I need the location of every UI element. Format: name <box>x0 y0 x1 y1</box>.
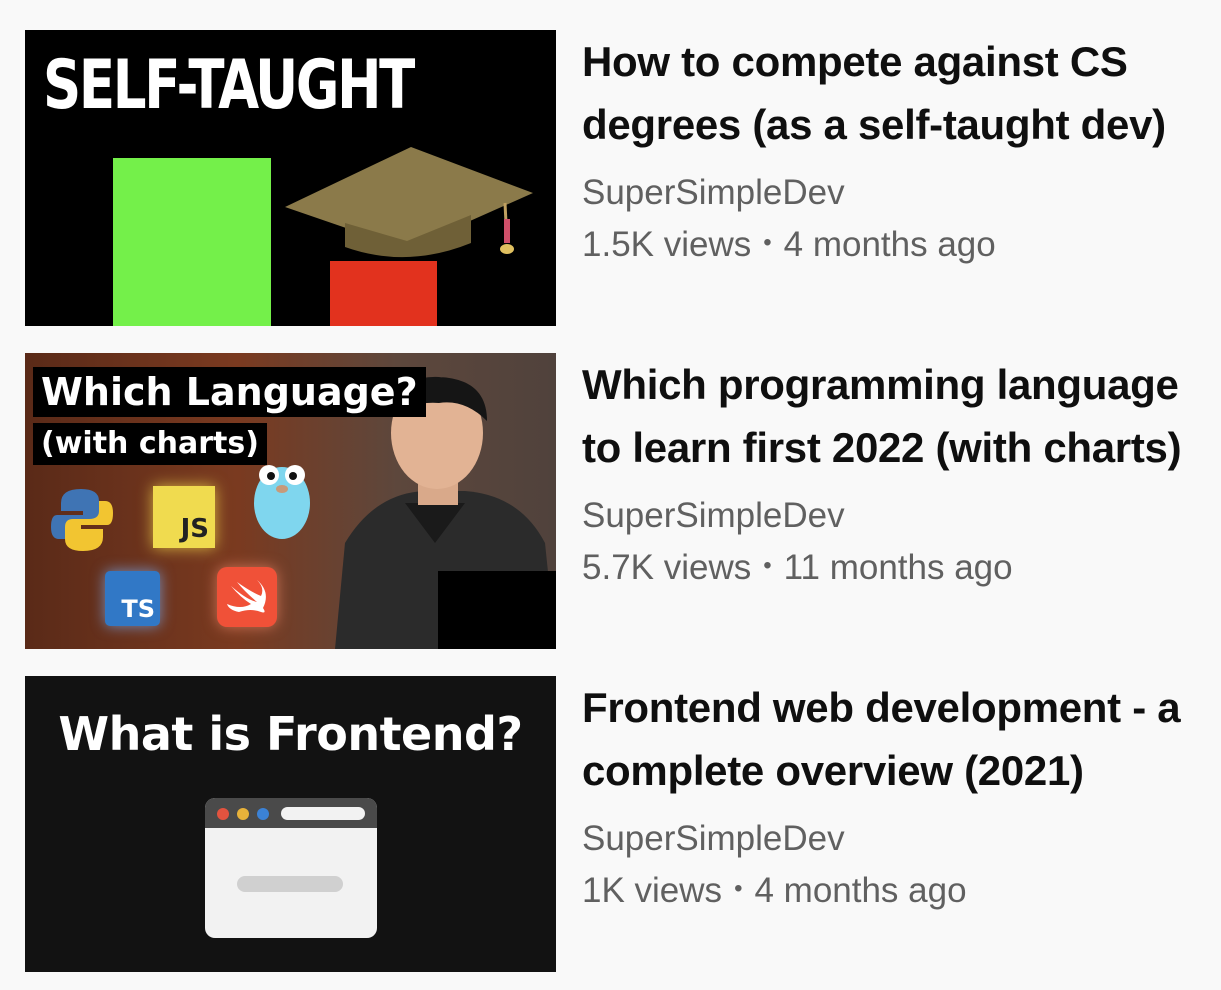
channel-name[interactable]: SuperSimpleDev <box>582 491 1221 541</box>
video-title-line[interactable]: Which programming language <box>582 353 1221 416</box>
swift-logo-icon <box>217 567 277 627</box>
video-info: How to compete against CS degrees (as a … <box>582 30 1221 270</box>
video-title-line[interactable]: degrees (as a self-taught dev) <box>582 93 1221 156</box>
browser-window-icon <box>205 798 377 938</box>
video-info: Frontend web development - a complete ov… <box>582 676 1221 916</box>
video-meta: 1K views • 4 months ago <box>582 864 1221 916</box>
browser-content-line <box>237 876 343 892</box>
video-item[interactable]: SELF-TAUGHT How to compete against CS de… <box>25 30 1215 326</box>
typescript-logo-icon: TS <box>105 571 160 626</box>
browser-title-bar <box>205 798 377 828</box>
browser-url-bar <box>281 807 365 820</box>
black-overlay-box <box>438 571 556 649</box>
thumbnail-text: SELF-TAUGHT <box>43 46 415 125</box>
upload-age: 11 months ago <box>783 548 1013 587</box>
upload-age: 4 months ago <box>754 871 967 910</box>
video-title-line[interactable]: How to compete against CS <box>582 30 1221 93</box>
video-title-line[interactable]: complete overview (2021) <box>582 739 1221 802</box>
browser-dot-yellow <box>237 808 249 820</box>
meta-separator: • <box>734 875 743 902</box>
video-item[interactable]: Which Language? (with charts) JS TS Whic… <box>25 353 1215 649</box>
video-title[interactable]: Frontend web development - a complete ov… <box>582 676 1221 802</box>
channel-name[interactable]: SuperSimpleDev <box>582 168 1221 218</box>
browser-dot-red <box>217 808 229 820</box>
video-title[interactable]: How to compete against CS degrees (as a … <box>582 30 1221 156</box>
graduation-cap-icon <box>285 147 533 258</box>
thumbnail-sublabel: (with charts) <box>33 423 267 465</box>
javascript-logo-icon: JS <box>153 486 215 548</box>
red-bar <box>330 261 437 326</box>
go-gopher-icon <box>254 465 310 539</box>
view-count: 5.7K views <box>582 548 752 587</box>
thumbnail-label: Which Language? <box>33 367 426 417</box>
video-meta: 1.5K views • 4 months ago <box>582 218 1221 270</box>
thumbnail-text: What is Frontend? <box>58 707 523 761</box>
video-thumbnail[interactable]: What is Frontend? <box>25 676 556 972</box>
video-thumbnail[interactable]: SELF-TAUGHT <box>25 30 556 326</box>
browser-dot-blue <box>257 808 269 820</box>
meta-separator: • <box>763 552 772 579</box>
video-thumbnail[interactable]: Which Language? (with charts) JS TS <box>25 353 556 649</box>
channel-name[interactable]: SuperSimpleDev <box>582 814 1221 864</box>
video-title-line[interactable]: to learn first 2022 (with charts) <box>582 416 1221 479</box>
python-logo-icon <box>51 489 113 551</box>
view-count: 1.5K views <box>582 225 752 264</box>
meta-separator: • <box>763 229 772 256</box>
video-title[interactable]: Which programming language to learn firs… <box>582 353 1221 479</box>
video-meta: 5.7K views • 11 months ago <box>582 541 1221 593</box>
video-title-line[interactable]: Frontend web development - a <box>582 676 1221 739</box>
view-count: 1K views <box>582 871 723 910</box>
video-info: Which programming language to learn firs… <box>582 353 1221 593</box>
green-bar <box>113 158 271 326</box>
upload-age: 4 months ago <box>783 225 996 264</box>
video-item[interactable]: What is Frontend? Frontend web developme… <box>25 676 1215 972</box>
